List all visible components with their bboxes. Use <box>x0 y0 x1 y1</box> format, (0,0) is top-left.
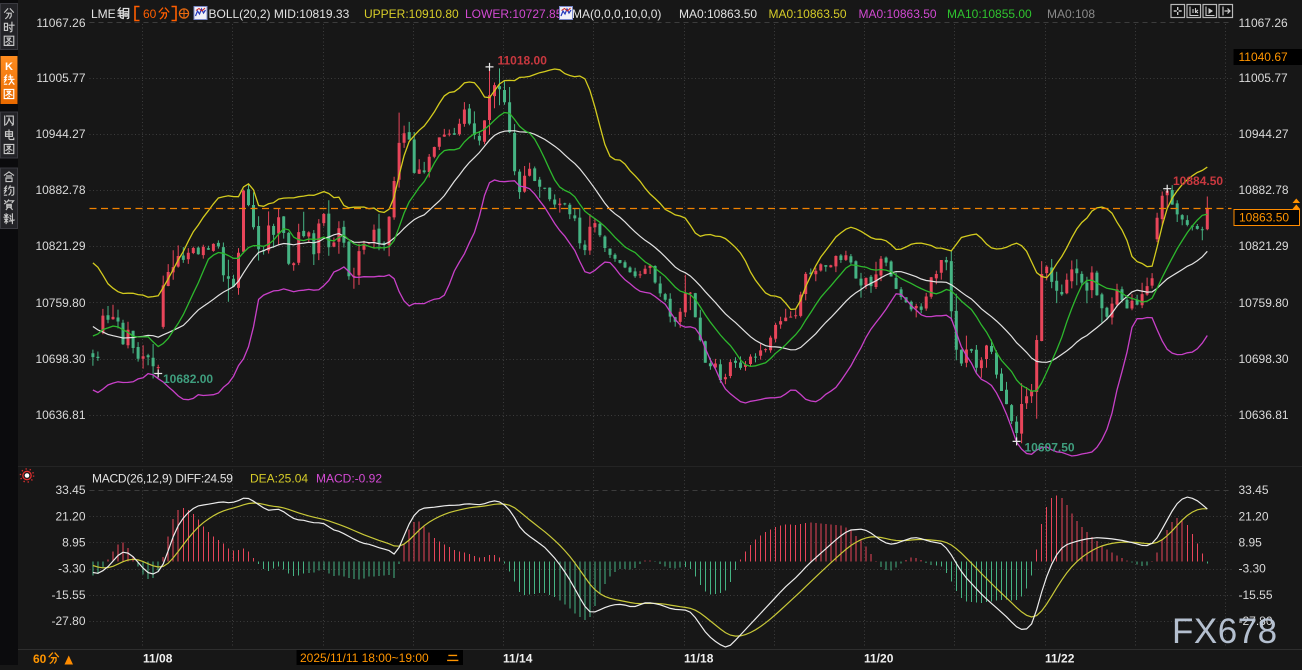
svg-text:2025/11/11 18:00~19:00: 2025/11/11 18:00~19:00 <box>300 651 429 665</box>
svg-text:11067.26: 11067.26 <box>36 16 85 30</box>
svg-text:11018.00: 11018.00 <box>498 54 548 68</box>
svg-text:11/14: 11/14 <box>503 652 533 666</box>
svg-text:60: 60 <box>33 652 47 665</box>
svg-text:8.95: 8.95 <box>1239 536 1263 550</box>
svg-text:11005.77: 11005.77 <box>1239 71 1288 85</box>
svg-text:33.45: 33.45 <box>1239 483 1269 497</box>
svg-text:10944.27: 10944.27 <box>35 127 85 141</box>
svg-text:MA0:108: MA0:108 <box>1047 7 1095 21</box>
svg-text:10698.30: 10698.30 <box>1239 352 1289 366</box>
svg-text:UPPER:10910.80: UPPER:10910.80 <box>364 7 459 21</box>
svg-text:10882.78: 10882.78 <box>35 183 85 197</box>
svg-text:10863.50: 10863.50 <box>1239 211 1289 225</box>
svg-text:MA10:10855.00: MA10:10855.00 <box>947 7 1032 21</box>
svg-text:10759.80: 10759.80 <box>35 296 85 310</box>
svg-text:33.45: 33.45 <box>55 483 85 497</box>
svg-text:BOLL(20,2) MID:10819.33: BOLL(20,2) MID:10819.33 <box>209 7 350 21</box>
svg-text:10884.50: 10884.50 <box>1173 174 1223 188</box>
svg-text:MA0:10863.50: MA0:10863.50 <box>679 7 757 21</box>
svg-text:10821.29: 10821.29 <box>1239 239 1289 253</box>
svg-text:10636.81: 10636.81 <box>1239 408 1289 422</box>
svg-text:11/20: 11/20 <box>864 652 894 666</box>
svg-text:11/08: 11/08 <box>143 652 173 666</box>
svg-text:21.20: 21.20 <box>1239 509 1269 523</box>
svg-text:MA(0,0,0,10,0,0): MA(0,0,0,10,0,0) <box>572 7 661 21</box>
svg-text:11005.77: 11005.77 <box>36 71 85 85</box>
svg-text:-3.30: -3.30 <box>1239 562 1267 576</box>
svg-text:-15.55: -15.55 <box>51 588 85 602</box>
svg-text:10944.27: 10944.27 <box>1239 127 1289 141</box>
svg-text:10607.50: 10607.50 <box>1025 441 1075 455</box>
svg-text:8.95: 8.95 <box>62 536 86 550</box>
svg-text:MACD(26,12,9) DIFF:24.59: MACD(26,12,9) DIFF:24.59 <box>92 472 233 486</box>
svg-text:MA0:10863.50: MA0:10863.50 <box>769 7 847 21</box>
svg-text:21.20: 21.20 <box>55 509 85 523</box>
svg-text:10698.30: 10698.30 <box>35 352 85 366</box>
svg-text:60: 60 <box>143 7 157 21</box>
svg-text:11040.67: 11040.67 <box>1239 50 1288 64</box>
svg-text:11/22: 11/22 <box>1045 652 1075 666</box>
svg-text:LME: LME <box>91 7 116 21</box>
svg-text:MACD:-0.92: MACD:-0.92 <box>316 472 382 486</box>
svg-text:11067.26: 11067.26 <box>1239 16 1288 30</box>
svg-text:-15.55: -15.55 <box>1239 588 1273 602</box>
svg-text:-3.30: -3.30 <box>58 562 86 576</box>
svg-text:LOWER:10727.85: LOWER:10727.85 <box>465 7 563 21</box>
svg-text:FX678: FX678 <box>1172 612 1278 651</box>
svg-text:10636.81: 10636.81 <box>35 408 85 422</box>
svg-text:10882.78: 10882.78 <box>1239 183 1289 197</box>
svg-text:10682.00: 10682.00 <box>163 372 213 386</box>
svg-text:MA0:10863.50: MA0:10863.50 <box>859 7 937 21</box>
svg-text:10821.29: 10821.29 <box>35 239 85 253</box>
svg-text:-27.80: -27.80 <box>51 614 85 628</box>
svg-text:K: K <box>5 61 13 73</box>
svg-text:DEA:25.04: DEA:25.04 <box>250 472 308 486</box>
svg-text:11/18: 11/18 <box>684 652 714 666</box>
svg-text:10759.80: 10759.80 <box>1239 296 1289 310</box>
